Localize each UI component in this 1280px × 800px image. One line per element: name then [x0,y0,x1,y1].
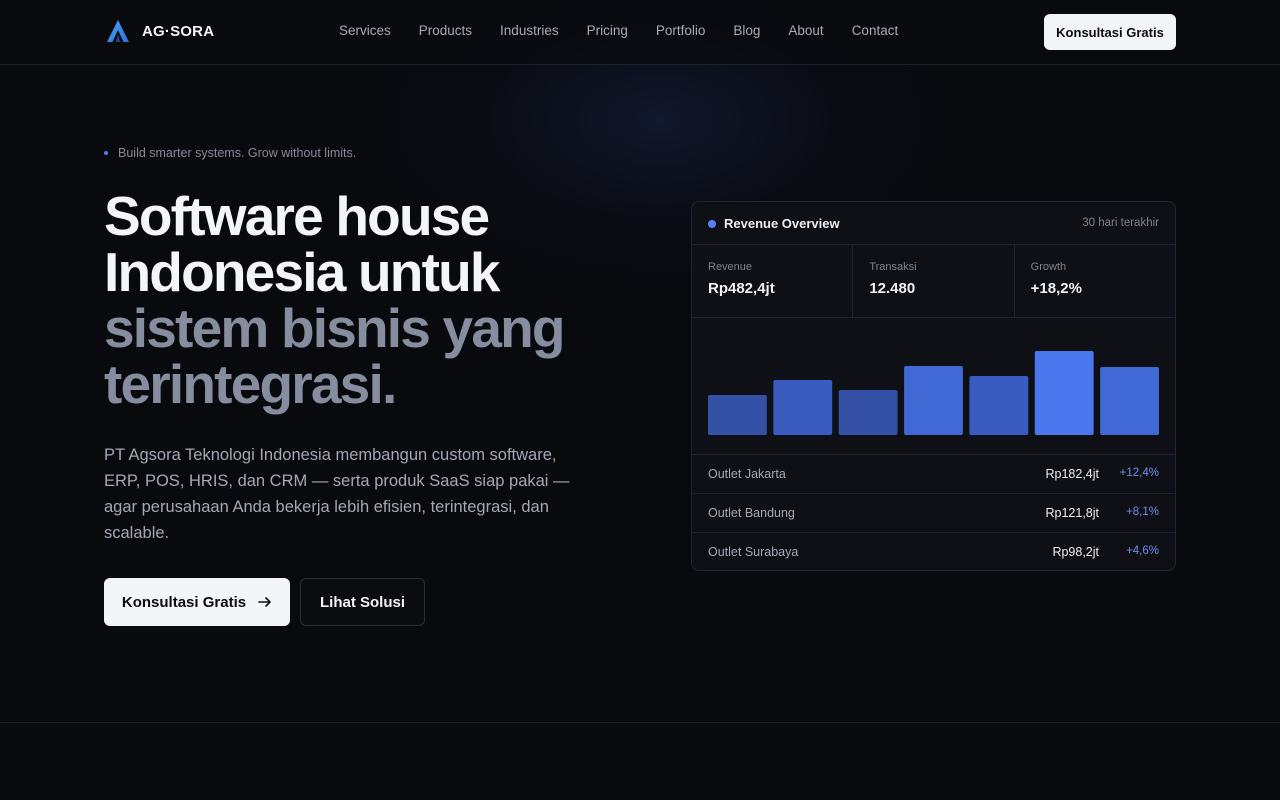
stats-row: Revenue Rp482,4jt Transaksi 12.480 Growt… [692,245,1175,318]
outlet-name: Outlet Surabaya [708,545,799,559]
revenue-bar-4 [904,366,963,435]
revenue-bar-3 [838,390,898,435]
hero-consultation-label: Konsultasi Gratis [121,593,247,611]
stat-label: Growth [1030,261,1067,273]
revenue-bar-5 [969,376,1029,435]
outlet-name: Outlet Jakarta [708,467,786,481]
outlet-change: +8,1% [1126,506,1159,518]
stat-value: Rp482,4jt [708,280,775,297]
outlet-change: +4,6% [1126,545,1159,557]
section-divider [0,722,1280,723]
stat-transactions: Transaksi 12.480 [853,245,1015,317]
nav-link-products[interactable]: Products [419,23,472,38]
headline-line-4: terintegrasi. [104,353,397,415]
outlet-revenue: Rp98,2jt [1052,545,1099,559]
tagline-text: Build smarter systems. Grow without limi… [118,146,357,160]
outlet-row: Outlet Jakarta Rp182,4jt +12,4% [692,455,1175,494]
card-header: Revenue Overview 30 hari terakhir [692,202,1175,245]
stat-revenue: Revenue Rp482,4jt [692,245,854,317]
revenue-bar-7 [1100,367,1159,435]
nav-link-pricing[interactable]: Pricing [587,23,628,38]
nav-link-services[interactable]: Services [339,23,391,38]
arrow-right-icon [258,597,271,607]
tagline-bullet-icon [104,151,108,155]
nav-link-portfolio[interactable]: Portfolio [656,23,706,38]
nav-link-industries[interactable]: Industries [500,23,559,38]
headline-line-1: Software house [104,185,490,247]
hero-tagline: Build smarter systems. Grow without limi… [104,146,356,160]
bar-chart-svg [708,351,1159,435]
revenue-overview-card: Revenue Overview 30 hari terakhir Revenu… [691,201,1176,571]
outlet-row: Outlet Surabaya Rp98,2jt +4,6% [692,533,1175,570]
revenue-bar-6 [1034,351,1094,435]
stat-label: Transaksi [869,261,917,273]
hero-solutions-button[interactable]: Lihat Solusi [300,578,425,626]
outlet-revenue: Rp182,4jt [1045,467,1099,481]
stat-value: +18,2% [1030,280,1082,297]
headline-line-3: sistem bisnis yang [104,297,566,359]
hero-solutions-label: Lihat Solusi [319,593,405,611]
hero-consultation-button[interactable]: Konsultasi Gratis [104,578,290,626]
stat-value: 12.480 [869,280,916,297]
revenue-bar-2 [773,380,833,435]
outlet-change: +12,4% [1119,467,1159,479]
outlet-row: Outlet Bandung Rp121,8jt +8,1% [692,494,1175,533]
card-title: Revenue Overview [724,216,840,231]
main-menu: Services Products Industries Pricing Por… [339,23,898,38]
headline-line-2: Indonesia untuk [104,241,500,303]
brand-name: AG·SORA [142,22,215,40]
revenue-bar-1 [708,395,767,435]
nav-link-about[interactable]: About [788,23,823,38]
brand[interactable]: AG·SORA [106,19,214,43]
nav-link-contact[interactable]: Contact [852,23,899,38]
outlet-list: Outlet Jakarta Rp182,4jt +12,4% Outlet B… [692,455,1175,570]
hero-headline: Software house Indonesia untuk sistem bi… [104,188,624,412]
stat-label: Revenue [708,261,753,273]
logo-icon [107,20,129,42]
card-date-range: 30 hari terakhir [1082,217,1159,229]
status-dot-icon [708,220,716,228]
stat-growth: Growth +18,2% [1015,245,1175,317]
revenue-bar-chart [692,318,1175,455]
outlet-revenue: Rp121,8jt [1045,506,1099,520]
top-navbar: AG·SORA Services Products Industries Pri… [0,0,1280,65]
nav-link-blog[interactable]: Blog [733,23,760,38]
outlet-name: Outlet Bandung [708,506,795,520]
hero-description: PT Agsora Teknologi Indonesia membangun … [104,446,570,542]
nav-consultation-button[interactable]: Konsultasi Gratis [1044,14,1176,50]
